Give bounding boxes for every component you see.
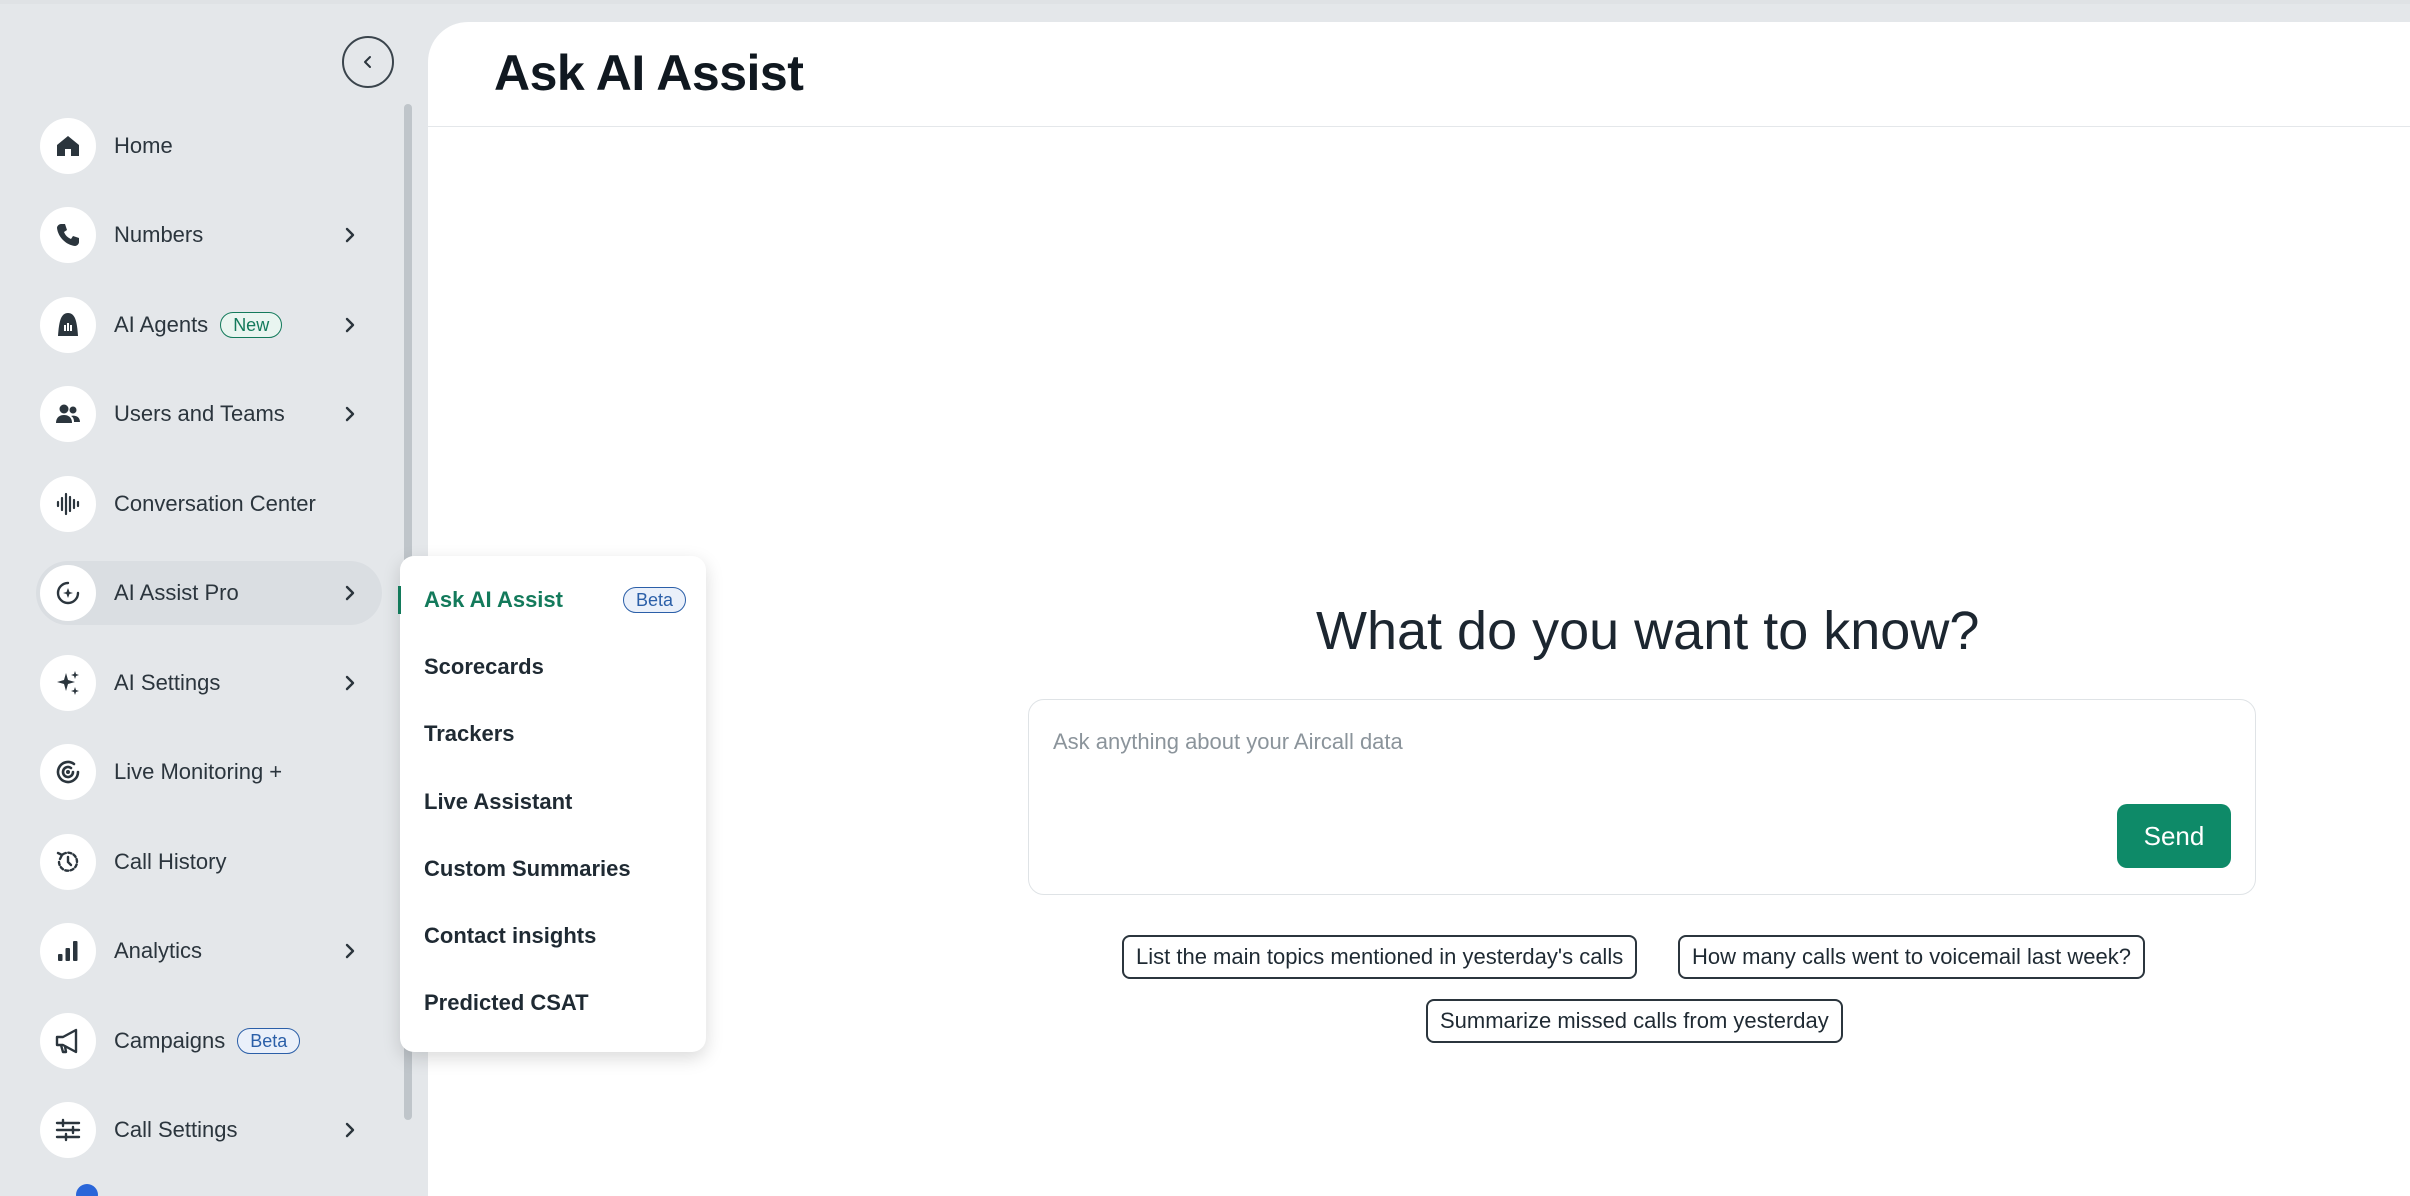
suggestion-chip[interactable]: Summarize missed calls from yesterday <box>1426 999 1843 1043</box>
submenu-item-live-assistant[interactable]: Live Assistant <box>424 782 686 822</box>
history-icon <box>40 834 96 890</box>
sidebar-item-label: Campaigns <box>114 1028 226 1053</box>
sidebar-item-label: Home <box>114 133 173 158</box>
sidebar-item-call-history[interactable]: Call History <box>36 830 382 894</box>
page-header: Ask AI Assist <box>428 22 2410 127</box>
submenu-item-label: Ask AI Assist <box>424 587 563 612</box>
notification-dot <box>76 1184 98 1196</box>
sliders-icon <box>40 1102 96 1158</box>
ask-box: Send <box>1028 699 2256 895</box>
main-content: Ask AI Assist What do you want to know? … <box>428 22 2410 1196</box>
beta-badge: Beta <box>622 587 686 613</box>
chevron-right-icon <box>345 943 355 959</box>
send-button[interactable]: Send <box>2117 804 2231 868</box>
submenu-item-custom-summaries[interactable]: Custom Summaries <box>424 849 686 889</box>
chevron-right-icon <box>345 227 355 243</box>
live-monitoring-icon <box>40 744 96 800</box>
chevron-right-icon <box>345 1122 355 1138</box>
new-badge: New <box>220 312 283 338</box>
suggestion-chip[interactable]: List the main topics mentioned in yester… <box>1122 935 1638 979</box>
submenu-item-trackers[interactable]: Trackers <box>424 714 686 754</box>
sidebar-item-call-settings[interactable]: Call Settings <box>36 1098 382 1162</box>
sidebar-item-label: AI Assist Pro <box>114 580 239 605</box>
bar-chart-icon <box>40 923 96 979</box>
submenu-item-ask-ai-assist[interactable]: Ask AI Assist Beta <box>424 580 686 620</box>
page-title: Ask AI Assist <box>494 45 804 101</box>
sidebar-item-label: Call History <box>114 849 227 874</box>
chevron-right-icon <box>345 675 355 691</box>
sidebar-item-users-and-teams[interactable]: Users and Teams <box>36 382 382 446</box>
sidebar-item-ai-assist-pro[interactable]: AI Assist Pro <box>36 561 382 625</box>
active-indicator <box>398 586 401 614</box>
chevron-right-icon <box>345 585 355 601</box>
waveform-icon <box>40 476 96 532</box>
suggestion-chip[interactable]: How many calls went to voicemail last we… <box>1678 935 2145 979</box>
phone-icon <box>40 207 96 263</box>
sidebar-item-label: Call Settings <box>114 1117 238 1142</box>
ai-agent-icon <box>40 297 96 353</box>
sidebar-item-live-monitoring[interactable]: Live Monitoring + <box>36 740 382 804</box>
ask-input[interactable] <box>1053 722 2053 762</box>
megaphone-icon <box>40 1013 96 1069</box>
sidebar-item-label: Conversation Center <box>114 491 316 516</box>
home-icon <box>40 118 96 174</box>
sidebar-item-numbers[interactable]: Numbers <box>36 203 382 267</box>
chevron-right-icon <box>345 406 355 422</box>
submenu-item-contact-insights[interactable]: Contact insights <box>424 916 686 956</box>
users-icon <box>40 386 96 442</box>
sidebar-item-label: Live Monitoring + <box>114 759 283 784</box>
sidebar-item-ai-agents[interactable]: AI Agents New <box>36 293 382 357</box>
chevron-left-icon <box>364 56 371 68</box>
beta-badge: Beta <box>237 1028 301 1054</box>
sidebar-item-ai-settings[interactable]: AI Settings <box>36 651 382 715</box>
submenu-item-predicted-csat[interactable]: Predicted CSAT <box>424 983 686 1023</box>
sidebar-item-label: Numbers <box>114 222 204 247</box>
submenu-item-scorecards[interactable]: Scorecards <box>424 647 686 687</box>
sidebar-item-label: AI Agents <box>114 312 209 337</box>
ai-assist-pro-submenu: Ask AI Assist Beta Scorecards Trackers L… <box>398 556 706 1052</box>
sidebar-item-conversation-center[interactable]: Conversation Center <box>36 472 382 536</box>
sidebar-item-label: Analytics <box>114 938 203 963</box>
sparkles-icon <box>40 655 96 711</box>
sidebar-item-home[interactable]: Home <box>36 114 382 178</box>
sidebar-item-label: AI Settings <box>114 670 221 695</box>
prompt-title: What do you want to know? <box>1316 601 1980 661</box>
sidebar-item-campaigns[interactable]: Campaigns Beta <box>36 1009 382 1073</box>
ai-assist-icon <box>40 565 96 621</box>
collapse-sidebar-button[interactable] <box>342 36 394 88</box>
sidebar-item-label: Users and Teams <box>114 401 285 426</box>
sidebar-item-analytics[interactable]: Analytics <box>36 919 382 983</box>
chevron-right-icon <box>345 317 355 333</box>
sidebar: Home Numbers AI Agents New Users and Tea… <box>0 0 428 1196</box>
